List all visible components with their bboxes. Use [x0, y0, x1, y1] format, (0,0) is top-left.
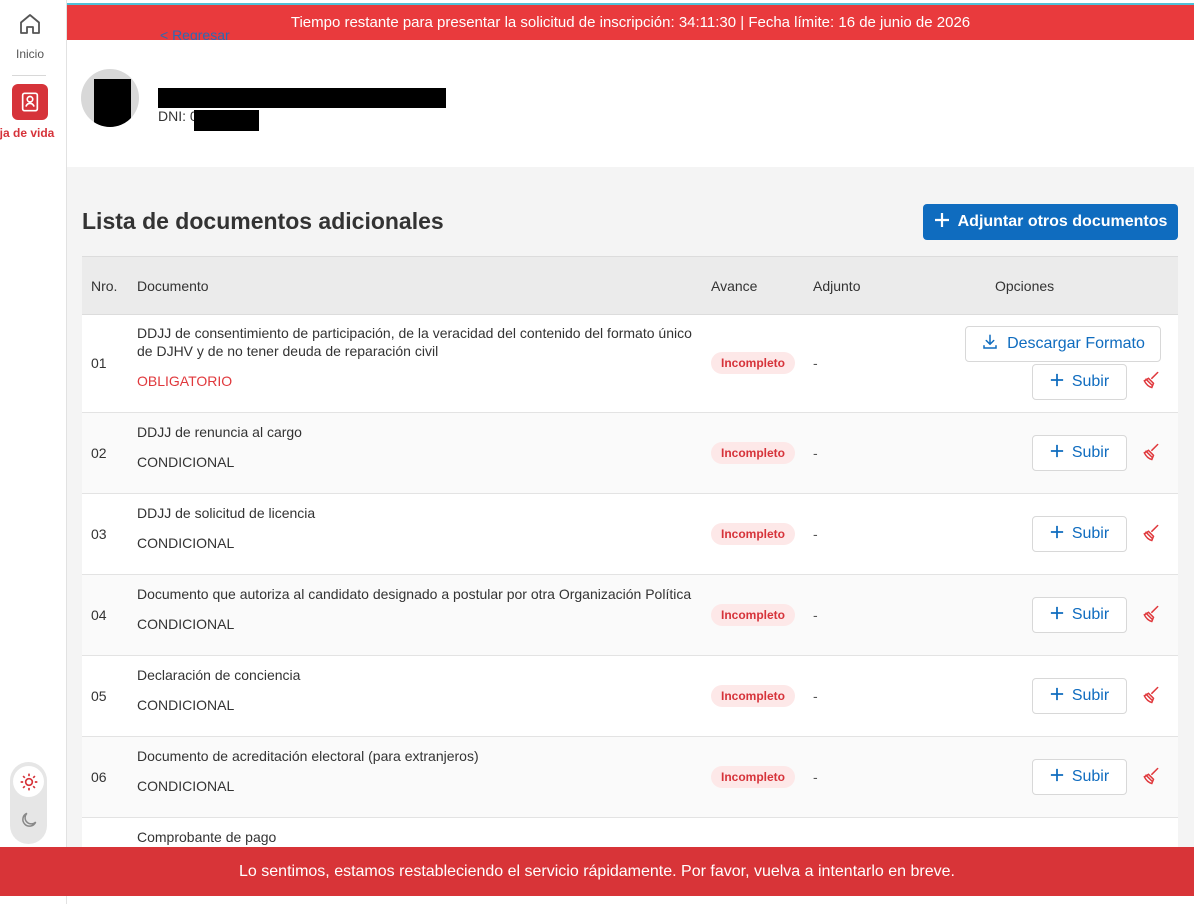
moon-icon[interactable]: [13, 804, 44, 835]
download-icon: [981, 333, 999, 356]
back-link[interactable]: < Regresar: [160, 30, 230, 40]
upload-button[interactable]: Subir: [1032, 759, 1127, 795]
requirement-tag: CONDICIONAL: [137, 616, 235, 632]
plus-icon: [934, 212, 950, 233]
upload-button[interactable]: Subir: [1032, 678, 1127, 714]
header-documento: Documento: [137, 277, 209, 294]
clear-icon[interactable]: [1140, 765, 1162, 787]
attach-documents-label: Adjuntar otros documentos: [957, 213, 1168, 230]
status-badge: Incompleto: [711, 766, 795, 788]
upload-label: Subir: [1071, 768, 1110, 785]
requirement-tag: CONDICIONAL: [137, 697, 235, 713]
clear-icon[interactable]: [1140, 369, 1162, 391]
plus-icon: [1050, 768, 1064, 787]
attachment-value: -: [813, 526, 818, 542]
table-row: 05 Declaración de conciencia CONDICIONAL…: [82, 656, 1178, 737]
clear-icon[interactable]: [1140, 603, 1162, 625]
row-number: 04: [91, 607, 107, 623]
status-badge: Incompleto: [711, 604, 795, 626]
table-row: 04 Documento que autoriza al candidato d…: [82, 575, 1178, 656]
document-name: Declaración de conciencia: [137, 667, 301, 683]
row-number: 03: [91, 526, 107, 542]
clear-icon[interactable]: [1140, 441, 1162, 463]
header-adjunto: Adjunto: [813, 277, 861, 294]
document-name: Documento de acreditación electoral (par…: [137, 748, 479, 764]
upload-label: Subir: [1071, 525, 1110, 542]
row-number: 05: [91, 688, 107, 704]
upload-button[interactable]: Subir: [1032, 435, 1127, 471]
candidate-name-redacted: [158, 88, 446, 108]
page-title: Lista de documentos adicionales: [82, 208, 444, 234]
sidebar-divider: [12, 75, 46, 76]
upload-button[interactable]: Subir: [1032, 516, 1127, 552]
document-name: Documento que autoriza al candidato desi…: [137, 586, 692, 602]
attachment-value: -: [813, 355, 818, 371]
header-avance: Avance: [711, 277, 758, 294]
row-number: 06: [91, 769, 107, 785]
attachment-value: -: [813, 607, 818, 623]
upload-label: Subir: [1071, 606, 1110, 623]
upload-label: Subir: [1071, 687, 1110, 704]
attachment-value: -: [813, 445, 818, 461]
header-nro: Nro.: [91, 277, 118, 294]
table-header: Nro. Documento Avance Adjunto Opciones: [82, 256, 1178, 315]
clear-icon[interactable]: [1140, 684, 1162, 706]
upload-button[interactable]: Subir: [1032, 597, 1127, 633]
resume-icon: [12, 84, 48, 120]
plus-icon: [1050, 525, 1064, 544]
download-label: Descargar Formato: [1007, 335, 1145, 352]
plus-icon: [1050, 444, 1064, 463]
documents-table: Nro. Documento Avance Adjunto Opciones 0…: [82, 256, 1178, 848]
sun-icon[interactable]: [13, 766, 44, 797]
dni-label: DNI: 0: [158, 108, 198, 124]
status-badge: Incompleto: [711, 523, 795, 545]
attachment-value: -: [813, 769, 818, 785]
attach-documents-button[interactable]: Adjuntar otros documentos: [923, 204, 1178, 240]
document-name: DDJJ de solicitud de licencia: [137, 505, 316, 521]
plus-icon: [1050, 687, 1064, 706]
requirement-tag: CONDICIONAL: [137, 778, 235, 794]
row-number: 02: [91, 445, 107, 461]
table-row: Comprobante de pago: [82, 818, 1178, 848]
status-badge: Incompleto: [711, 352, 795, 374]
sidebar: Inicio Hoja de vida: [0, 0, 67, 904]
download-format-button[interactable]: Descargar Formato: [965, 326, 1161, 362]
upload-button[interactable]: Subir: [1032, 364, 1127, 400]
requirement-tag: CONDICIONAL: [137, 535, 235, 551]
plus-icon: [1050, 606, 1064, 625]
sidebar-item-label: Hoja de vida: [0, 126, 55, 140]
plus-icon: [1050, 373, 1064, 392]
document-name: DDJJ de consentimiento de participación,…: [137, 325, 692, 359]
document-name: DDJJ de renuncia al cargo: [137, 424, 302, 440]
table-row: 01 DDJJ de consentimiento de participaci…: [82, 315, 1178, 413]
requirement-tag: CONDICIONAL: [137, 454, 235, 470]
table-row: 02 DDJJ de renuncia al cargo CONDICIONAL…: [82, 413, 1178, 494]
sidebar-item-hoja-de-vida[interactable]: Hoja de vida: [0, 84, 60, 140]
theme-toggle[interactable]: [10, 762, 47, 844]
upload-label: Subir: [1071, 373, 1110, 390]
table-row: 03 DDJJ de solicitud de licencia CONDICI…: [82, 494, 1178, 575]
header-opciones: Opciones: [995, 277, 1055, 294]
redaction-block: [94, 79, 131, 127]
home-icon: [18, 12, 42, 41]
row-number: 01: [91, 355, 107, 371]
requirement-tag: OBLIGATORIO: [137, 373, 233, 389]
service-error-banner: Lo sentimos, estamos restableciendo el s…: [0, 847, 1194, 896]
dni-redacted: [194, 110, 259, 131]
sidebar-item-label: Inicio: [15, 47, 44, 61]
sidebar-item-inicio[interactable]: Inicio: [0, 12, 60, 61]
upload-label: Subir: [1071, 444, 1110, 461]
avatar: [81, 69, 139, 127]
table-row: 06 Documento de acreditación electoral (…: [82, 737, 1178, 818]
clear-icon[interactable]: [1140, 522, 1162, 544]
attachment-value: -: [813, 688, 818, 704]
status-badge: Incompleto: [711, 685, 795, 707]
status-badge: Incompleto: [711, 442, 795, 464]
document-name: Comprobante de pago: [137, 829, 277, 845]
deadline-banner: Tiempo restante para presentar la solici…: [67, 3, 1194, 40]
